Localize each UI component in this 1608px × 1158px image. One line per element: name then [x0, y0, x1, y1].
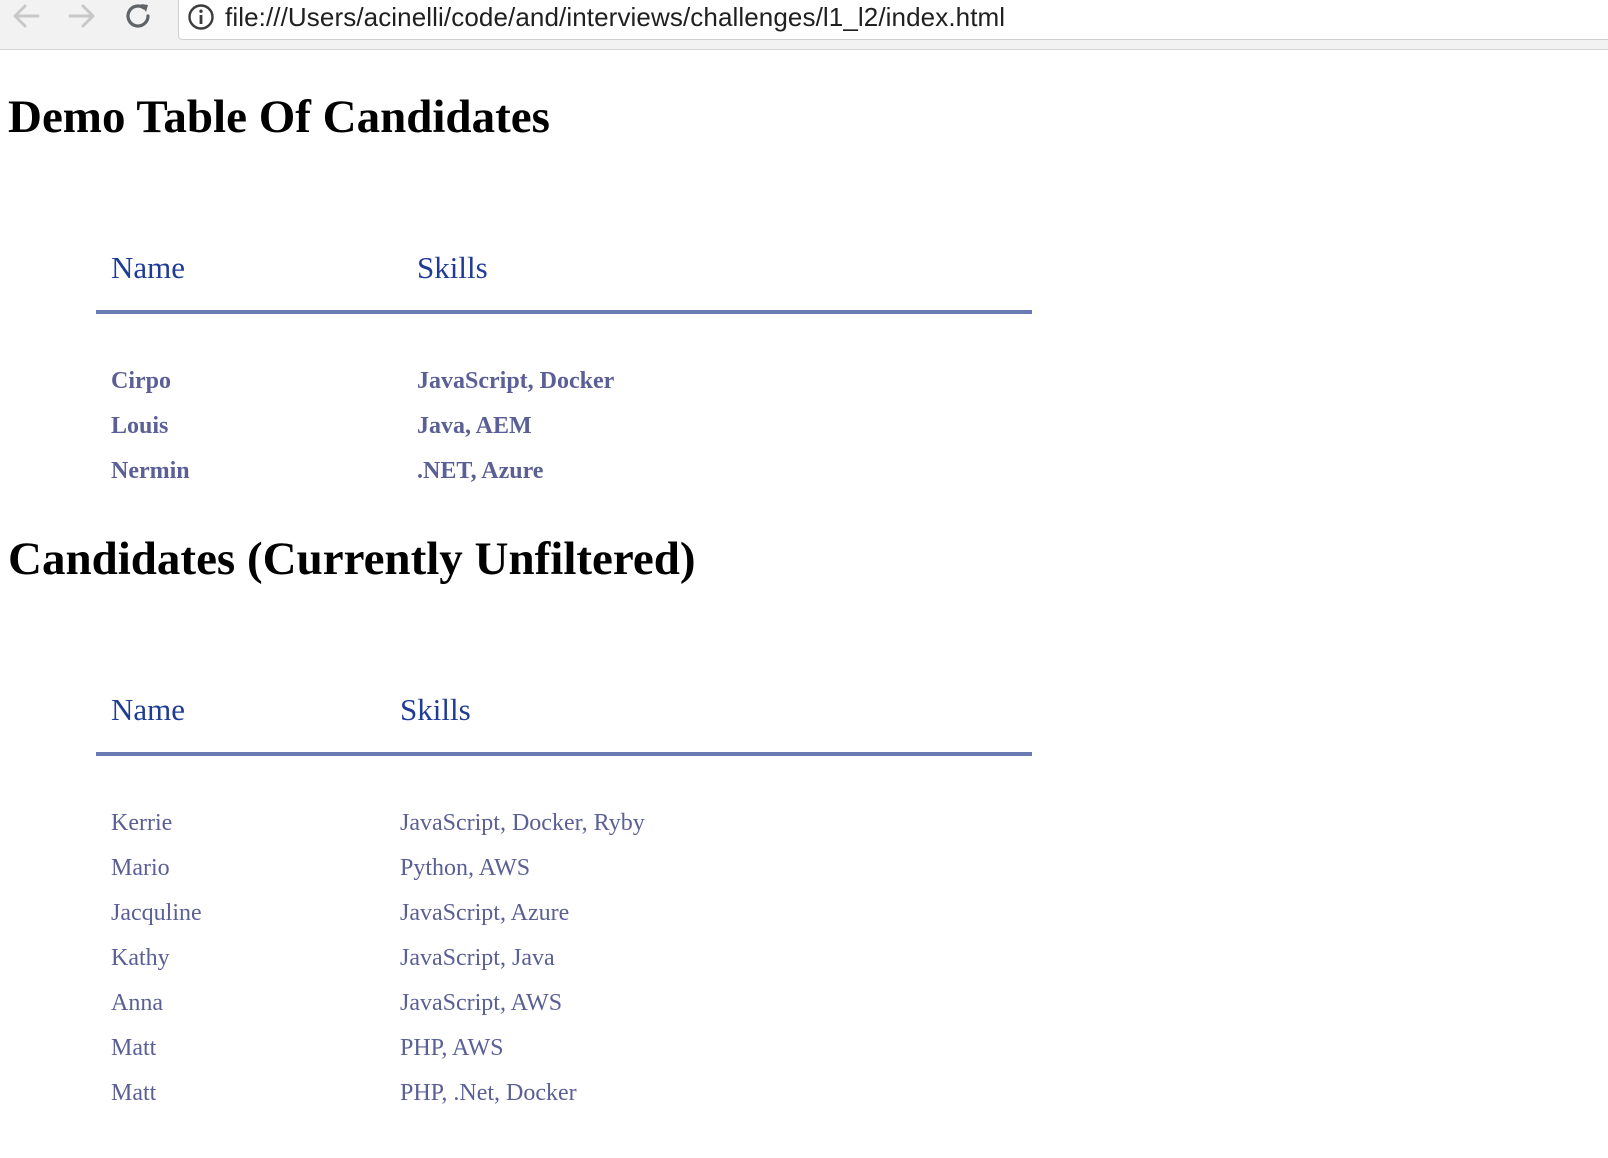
- column-header-name: Name: [96, 226, 402, 314]
- arrow-right-icon: [68, 4, 95, 28]
- forward-button[interactable]: [64, 0, 100, 32]
- page-content: Demo Table Of Candidates Name Skills Cir…: [0, 50, 1608, 1158]
- table-row: Jacquline JavaScript, Azure: [96, 891, 1032, 936]
- cell-skills: JavaScript, Java: [400, 945, 555, 971]
- cell-name: Kerrie: [111, 810, 173, 836]
- cell-name: Anna: [111, 990, 163, 1016]
- cell-name: Kathy: [111, 945, 170, 971]
- cell-skills: JavaScript, AWS: [400, 990, 563, 1016]
- cell-skills: Python, AWS: [400, 855, 531, 881]
- table-row: Matt PHP, AWS: [96, 1026, 1032, 1071]
- table-header-row: Name Skills: [96, 668, 1032, 756]
- arrow-left-icon: [13, 4, 40, 28]
- table-row: Matt PHP, .Net, Docker: [96, 1071, 1032, 1116]
- cell-skills: PHP, .Net, Docker: [400, 1080, 577, 1106]
- table-spacer: [96, 754, 1032, 801]
- cell-skills: PHP, AWS: [400, 1035, 504, 1061]
- cell-skills: Java, AEM: [417, 413, 532, 439]
- cell-skills: JavaScript, Docker, Ryby: [400, 810, 645, 836]
- table-row: Kerrie JavaScript, Docker, Ryby: [96, 801, 1032, 846]
- cell-name: Cirpo: [111, 368, 171, 394]
- candidates-table-title: Candidates (Currently Unfiltered): [8, 533, 696, 585]
- info-icon[interactable]: [187, 3, 215, 31]
- candidates-table: Name Skills Kerrie JavaScript, Docker, R…: [96, 668, 1032, 1116]
- back-button[interactable]: [8, 0, 44, 32]
- table-row: Cirpo JavaScript, Docker: [96, 359, 1032, 404]
- cell-name: Louis: [111, 413, 169, 439]
- reload-button[interactable]: [120, 0, 156, 32]
- reload-icon: [126, 4, 150, 28]
- cell-name: Mario: [111, 855, 170, 881]
- url-text: file:///Users/acinelli/code/and/intervie…: [225, 1, 1006, 32]
- cell-skills: .NET, Azure: [417, 458, 544, 484]
- cell-skills: JavaScript, Azure: [400, 900, 570, 926]
- column-header-skills: Skills: [385, 668, 1032, 756]
- demo-candidates-table: Name Skills Cirpo JavaScript, Docker Lou…: [96, 226, 1032, 494]
- table-spacer: [96, 312, 1032, 359]
- address-bar[interactable]: file:///Users/acinelli/code/and/intervie…: [178, 0, 1608, 40]
- cell-name: Nermin: [111, 458, 190, 484]
- demo-table-title: Demo Table Of Candidates: [8, 91, 550, 143]
- table-row: Louis Java, AEM: [96, 404, 1032, 449]
- cell-name: Matt: [111, 1035, 157, 1061]
- table-header-row: Name Skills: [96, 226, 1032, 314]
- table-row: Nermin .NET, Azure: [96, 449, 1032, 494]
- table-row: Anna JavaScript, AWS: [96, 981, 1032, 1026]
- column-header-name: Name: [96, 668, 385, 756]
- cell-name: Jacquline: [111, 900, 202, 926]
- column-header-skills: Skills: [402, 226, 1032, 314]
- cell-name: Matt: [111, 1080, 157, 1106]
- table-row: Kathy JavaScript, Java: [96, 936, 1032, 981]
- cell-skills: JavaScript, Docker: [417, 368, 615, 394]
- table-row: Mario Python, AWS: [96, 846, 1032, 891]
- browser-toolbar: file:///Users/acinelli/code/and/intervie…: [0, 0, 1608, 50]
